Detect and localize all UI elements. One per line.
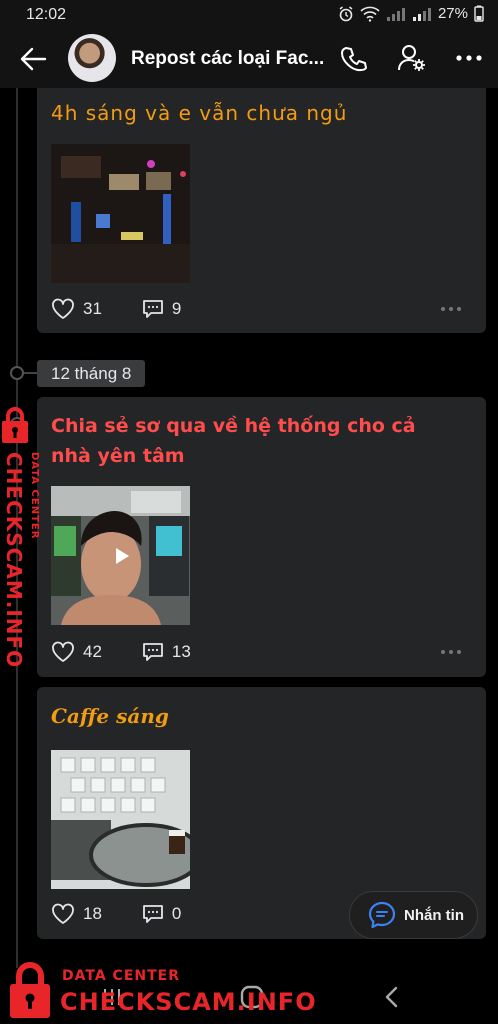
like-count: 18 — [83, 904, 102, 923]
timeline-node — [10, 366, 24, 380]
comment-icon — [143, 643, 163, 661]
chat-icon — [368, 901, 396, 929]
message-button-label: Nhắn tin — [404, 906, 464, 924]
comment-count: 13 — [171, 642, 191, 661]
more-options-icon[interactable] — [455, 46, 483, 70]
date-chip: 12 tháng 8 — [37, 360, 146, 387]
like-count: 31 — [83, 299, 102, 318]
nav-back-icon[interactable] — [382, 985, 400, 1009]
post-video-thumbnail[interactable] — [51, 486, 190, 625]
more-options-icon[interactable] — [440, 306, 462, 312]
status-icons: 27% — [338, 5, 484, 22]
battery-percent: 27% — [437, 5, 468, 22]
post-card[interactable]: Chia sẻ sơ qua về hệ thống cho cả nhà yê… — [37, 397, 486, 677]
like-button[interactable]: 31 — [51, 298, 102, 320]
comment-count: 9 — [171, 299, 182, 318]
watermark-lock-icon — [10, 962, 50, 1018]
post-card[interactable]: 4h sáng và e vẫn chưa ngủ 31 9 — [37, 88, 486, 333]
post-actions: 31 9 — [51, 296, 181, 322]
back-arrow-icon[interactable] — [18, 44, 48, 74]
post-title: Caffe sáng — [51, 704, 169, 728]
like-count: 42 — [83, 642, 102, 661]
play-icon[interactable] — [108, 543, 134, 569]
comment-button[interactable]: 13 — [142, 641, 191, 663]
app-bar: Repost các loại Fac... — [0, 30, 498, 88]
gaming-room-photo — [51, 144, 190, 283]
timeline-branch — [24, 372, 38, 374]
post-actions: 42 13 — [51, 639, 191, 665]
watermark-main: CHECKSCAM.INFO — [60, 988, 317, 1016]
like-button[interactable]: 42 — [51, 641, 102, 663]
comment-count: 0 — [171, 904, 182, 923]
like-button[interactable]: 18 — [51, 903, 102, 925]
more-options-icon[interactable] — [440, 649, 462, 655]
user-settings-icon[interactable] — [397, 43, 427, 73]
comment-icon — [143, 905, 163, 923]
watermark-vertical-sub: DATA CENTER — [29, 452, 40, 540]
heart-icon — [52, 903, 74, 924]
battery-icon — [474, 5, 484, 22]
watermark-sub: DATA CENTER — [62, 968, 180, 984]
comment-button[interactable]: 0 — [142, 903, 181, 925]
heart-icon — [52, 641, 74, 662]
post-title: 4h sáng và e vẫn chưa ngủ — [51, 101, 348, 125]
post-image[interactable] — [51, 750, 190, 889]
signal-icon — [386, 7, 405, 21]
post-actions: 18 0 — [51, 901, 181, 927]
coffee-photo — [51, 750, 190, 889]
heart-icon — [52, 298, 74, 319]
post-title: Chia sẻ sơ qua về hệ thống cho cả nhà yê… — [51, 415, 416, 467]
signal-icon-2 — [412, 7, 431, 21]
watermark-vertical: CHECKSCAM.INFO — [2, 452, 26, 669]
status-time: 12:02 — [26, 6, 67, 23]
status-bar: 12:02 27% — [0, 0, 498, 30]
avatar[interactable] — [68, 34, 116, 82]
message-button[interactable]: Nhắn tin — [349, 891, 478, 939]
page-title[interactable]: Repost các loại Fac... — [131, 48, 324, 70]
comment-button[interactable]: 9 — [142, 298, 181, 320]
alarm-icon — [339, 5, 353, 21]
post-image[interactable] — [51, 144, 190, 283]
wifi-icon — [360, 6, 380, 22]
watermark-lock-icon — [2, 407, 28, 443]
comment-icon — [143, 300, 163, 318]
phone-icon[interactable] — [340, 45, 368, 73]
